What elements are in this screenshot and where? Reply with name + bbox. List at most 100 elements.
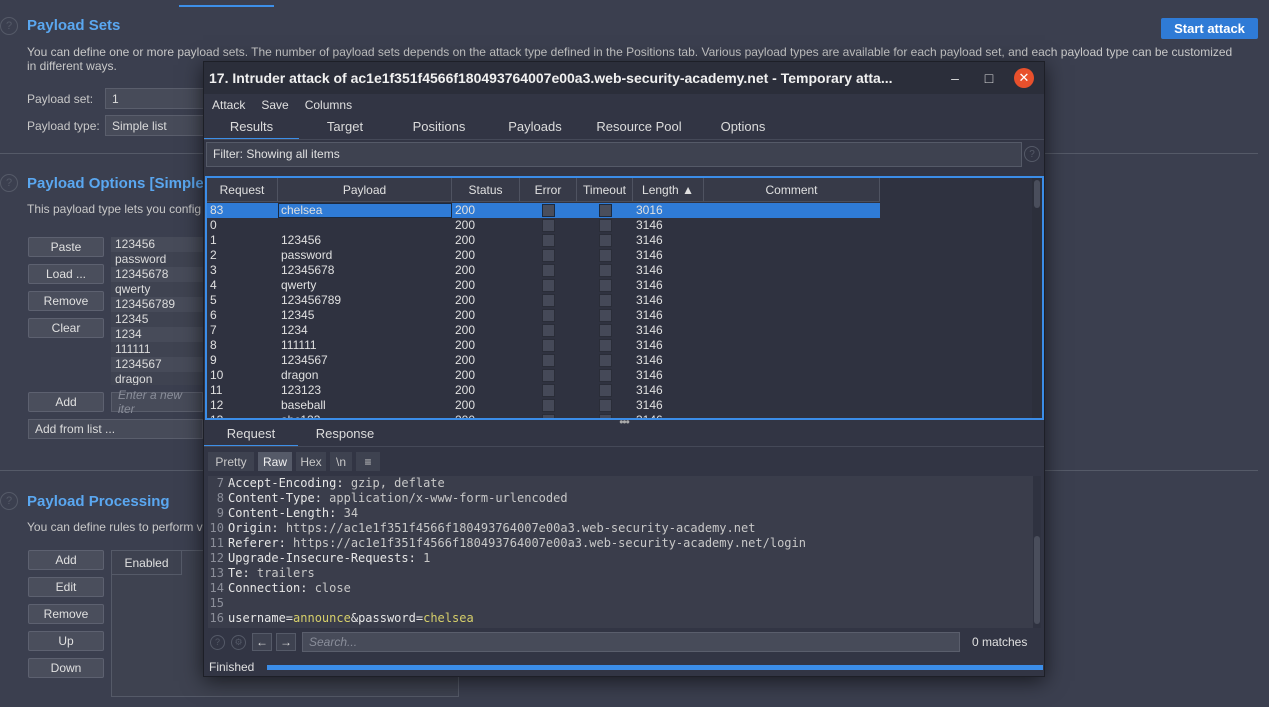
cell-length: 3146	[636, 293, 663, 307]
maximize-icon[interactable]: □	[972, 70, 1006, 86]
payload-list-item[interactable]: qwerty	[111, 282, 203, 297]
payload-set-select[interactable]: 1	[105, 88, 205, 109]
table-row[interactable]: 8 111111 200 3146	[207, 338, 880, 353]
filter-bar[interactable]: Filter: Showing all items	[206, 142, 1022, 167]
menu-lines-icon[interactable]: ≡	[356, 452, 380, 471]
column-error[interactable]: Error	[520, 178, 577, 201]
paste-button[interactable]: Paste	[28, 237, 104, 257]
column-timeout[interactable]: Timeout	[577, 178, 633, 201]
help-icon[interactable]: ?	[210, 634, 225, 650]
menu-columns[interactable]: Columns	[297, 95, 360, 115]
search-input[interactable]: Search...	[302, 632, 960, 652]
table-row[interactable]: 4 qwerty 200 3146	[207, 278, 880, 293]
editor-scrollbar[interactable]	[1033, 476, 1041, 628]
back-arrow-icon[interactable]: ←	[252, 633, 272, 651]
payload-type-select[interactable]: Simple list	[105, 115, 205, 136]
cell-timeout	[577, 368, 633, 383]
editor-scroll-thumb[interactable]	[1034, 536, 1040, 624]
table-row[interactable]: 1 123456 200 3146	[207, 233, 880, 248]
load-button[interactable]: Load ...	[28, 264, 104, 284]
close-icon[interactable]: ✕	[1014, 68, 1034, 88]
minimize-icon[interactable]: –	[938, 70, 972, 86]
table-row[interactable]: 5 123456789 200 3146	[207, 293, 880, 308]
header-name: Te	[228, 566, 243, 580]
request-editor[interactable]: 7 Accept-Encoding: gzip, deflate 8 Content-…	[208, 476, 1041, 628]
payload-list[interactable]: 123456 password 12345678 qwerty 123456789 123…	[111, 237, 203, 385]
table-row[interactable]: 6 12345 200 3146	[207, 308, 880, 323]
payload-list-item[interactable]: 12345	[111, 312, 203, 327]
tab-positions[interactable]: Positions	[391, 116, 487, 140]
tab-response[interactable]: Response	[298, 423, 392, 447]
add-button[interactable]: Add	[28, 392, 104, 412]
error-checkbox	[542, 204, 555, 217]
tab-request[interactable]: Request	[204, 423, 298, 447]
cell-length: 3146	[636, 308, 663, 322]
processing-edit-button[interactable]: Edit	[28, 577, 104, 597]
settings-icon[interactable]: ⚙	[231, 634, 246, 650]
payload-list-item[interactable]: dragon	[111, 372, 203, 385]
column-payload[interactable]: Payload	[278, 178, 452, 201]
help-icon[interactable]: ?	[0, 17, 18, 35]
payload-list-item[interactable]: 1234	[111, 327, 203, 342]
table-row[interactable]: 83 chelsea 200 3016	[207, 203, 880, 218]
payload-list-item[interactable]: 1234567	[111, 357, 203, 372]
table-row[interactable]: 3 12345678 200 3146	[207, 263, 880, 278]
forward-arrow-icon[interactable]: →	[276, 633, 296, 651]
cell-length: 3146	[636, 248, 663, 262]
timeout-checkbox	[598, 204, 612, 217]
tab-payloads[interactable]: Payloads	[487, 116, 583, 140]
tab-target[interactable]: Target	[299, 116, 391, 140]
column-length[interactable]: Length ▲	[633, 178, 704, 201]
table-row[interactable]: 12 baseball 200 3146	[207, 398, 880, 413]
add-from-list-select[interactable]: Add from list ...	[28, 419, 203, 439]
table-row[interactable]: 9 1234567 200 3146	[207, 353, 880, 368]
table-row[interactable]: 2 password 200 3146	[207, 248, 880, 263]
new-item-input[interactable]: Enter a new iter	[111, 388, 203, 416]
table-row[interactable]: 10 dragon 200 3146	[207, 368, 880, 383]
remove-button[interactable]: Remove	[28, 291, 104, 311]
processing-up-button[interactable]: Up	[28, 631, 104, 651]
help-icon[interactable]: ?	[0, 492, 18, 510]
table-row[interactable]: 11 123123 200 3146	[207, 383, 880, 398]
window-titlebar[interactable]: 17. Intruder attack of ac1e1f351f4566f18…	[204, 62, 1044, 94]
progress-bar-fill	[267, 664, 1043, 670]
newline-toggle-button[interactable]: \n	[330, 452, 352, 471]
clear-button[interactable]: Clear	[28, 318, 104, 338]
payload-list-item[interactable]: 111111	[111, 342, 203, 357]
help-icon[interactable]: ?	[0, 174, 18, 192]
payload-list-item[interactable]: password	[111, 252, 203, 267]
raw-mode-button[interactable]: Raw	[258, 452, 292, 471]
payload-list-item[interactable]: 12345678	[111, 267, 203, 282]
hex-mode-button[interactable]: Hex	[296, 452, 326, 471]
enabled-column-header[interactable]: Enabled	[112, 551, 182, 575]
menu-save[interactable]: Save	[253, 95, 296, 115]
help-icon[interactable]: ?	[1024, 146, 1040, 162]
tab-options[interactable]: Options	[695, 116, 791, 140]
column-comment[interactable]: Comment	[704, 178, 880, 201]
header-name: Origin	[228, 521, 272, 535]
table-row[interactable]: 7 1234 200 3146	[207, 323, 880, 338]
cell-length: 3146	[636, 338, 663, 352]
results-table[interactable]: Request Payload Status Error Timeout Len…	[205, 176, 1044, 420]
table-row[interactable]: 13 abc123 200 3146	[207, 413, 880, 418]
payload-list-item[interactable]: 123456789	[111, 297, 203, 312]
intruder-attack-window[interactable]: 17. Intruder attack of ac1e1f351f4566f18…	[203, 61, 1045, 677]
cell-request: 9	[210, 353, 217, 367]
pretty-mode-button[interactable]: Pretty	[208, 452, 254, 471]
tab-resource-pool[interactable]: Resource Pool	[583, 116, 695, 140]
cell-payload: baseball	[281, 398, 326, 412]
processing-add-button[interactable]: Add	[28, 550, 104, 570]
table-row[interactable]: 0 200 3146	[207, 218, 880, 233]
start-attack-button[interactable]: Start attack	[1161, 18, 1258, 39]
column-status[interactable]: Status	[452, 178, 520, 201]
table-scrollbar[interactable]	[1032, 178, 1042, 418]
payload-sets-title: Payload Sets	[27, 17, 121, 34]
split-handle[interactable]: •••	[614, 415, 634, 429]
scroll-thumb[interactable]	[1034, 180, 1040, 208]
processing-remove-button[interactable]: Remove	[28, 604, 104, 624]
column-request[interactable]: Request	[207, 178, 278, 201]
processing-down-button[interactable]: Down	[28, 658, 104, 678]
menu-attack[interactable]: Attack	[204, 95, 253, 115]
payload-list-item[interactable]: 123456	[111, 237, 203, 252]
tab-results[interactable]: Results	[204, 116, 299, 140]
